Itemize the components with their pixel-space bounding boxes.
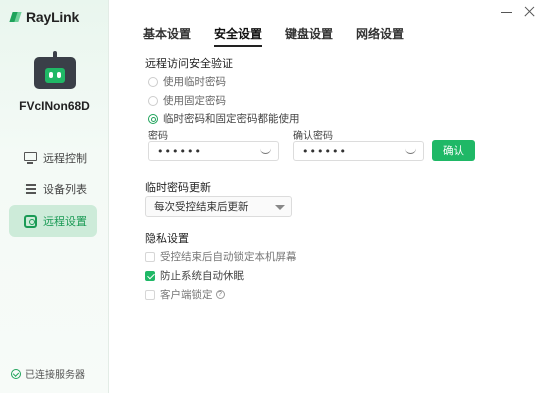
temp-password-update-select[interactable]: 每次受控结束后更新 [145,196,292,217]
check-circle-icon [11,368,21,379]
privacy-title: 隐私设置 [145,233,189,245]
checkbox-client-lock[interactable]: 客户端锁定 ? [145,287,225,302]
radio-button[interactable] [148,95,158,106]
confirm-password-field[interactable]: •••••• [293,141,424,161]
close-button[interactable] [522,4,538,20]
radio-button-selected[interactable] [148,113,158,124]
confirm-password-label: 确认密码 [293,131,333,142]
logo-text: RayLink [26,9,80,25]
temp-password-title: 临时密码更新 [145,182,211,194]
radio-button[interactable] [148,76,158,87]
sidebar-item-label: 远程控制 [43,153,87,165]
raylink-logo-icon [11,11,23,23]
tab-network[interactable]: 网络设置 [356,25,404,47]
password-field[interactable]: •••••• [148,141,279,161]
settings-icon [24,214,37,228]
tab-keyboard[interactable]: 键盘设置 [285,25,333,47]
confirm-button[interactable]: 确认 [432,140,475,161]
settings-tabs: 基本设置 安全设置 键盘设置 网络设置 [143,25,427,47]
sidebar-item-remote-settings[interactable]: 远程设置 [9,205,97,237]
checkbox-prevent-sleep[interactable]: 防止系统自动休眠 [145,268,244,283]
checkbox-checked[interactable] [145,270,155,281]
monitor-icon [24,152,37,164]
sidebar: RayLink FVcINon68D 远程控制 设备列表 远程设置 已连接服务器 [0,0,109,393]
sidebar-item-label: 设备列表 [43,184,87,196]
tab-basic[interactable]: 基本设置 [143,25,191,47]
password-label: 密码 [148,131,168,142]
radio-both-passwords[interactable]: 临时密码和固定密码都能使用 [148,111,300,126]
device-robot-icon [34,51,76,89]
radio-temp-password[interactable]: 使用临时密码 [148,74,226,89]
device-name: FVcINon68D [19,99,90,113]
sidebar-item-device-list[interactable]: 设备列表 [9,173,97,205]
security-section-title: 远程访问安全验证 [145,58,233,70]
raylink-logo: RayLink [11,9,79,25]
checkbox-auto-lock-screen[interactable]: 受控结束后自动锁定本机屏幕 [145,249,297,264]
chevron-down-icon [275,205,285,210]
server-status: 已连接服务器 [11,366,85,381]
tab-security[interactable]: 安全设置 [214,25,263,47]
radio-fixed-password[interactable]: 使用固定密码 [148,93,226,108]
sidebar-item-remote-control[interactable]: 远程控制 [9,142,97,174]
help-icon[interactable]: ? [215,290,225,299]
minimize-button[interactable] [499,4,515,20]
eye-closed-icon[interactable] [260,148,271,154]
checkbox[interactable] [145,251,155,262]
sidebar-item-label: 远程设置 [43,216,87,228]
checkbox[interactable] [145,289,155,300]
server-status-text: 已连接服务器 [25,370,85,381]
eye-closed-icon[interactable] [405,148,416,154]
list-icon [24,183,37,196]
